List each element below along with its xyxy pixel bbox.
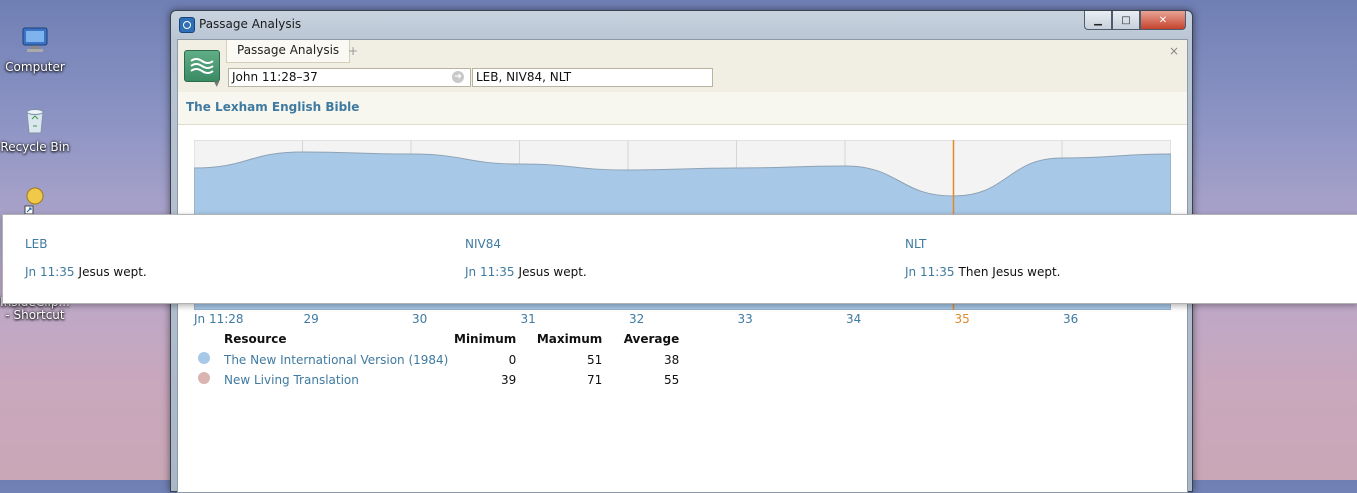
x-tick-label[interactable]: 36 — [1063, 312, 1078, 326]
verse-reference-link[interactable]: Jn 11:35 — [465, 265, 515, 279]
base-bible-bar: The Lexham English Bible — [178, 92, 1187, 125]
x-tick-label[interactable]: 31 — [521, 312, 536, 326]
popup-column-header: LEB — [25, 237, 48, 251]
waves-icon — [190, 58, 214, 74]
x-tick-label[interactable]: 34 — [846, 312, 861, 326]
reference-input[interactable]: John 11:28–37 — [228, 68, 471, 87]
popup-column-header: NLT — [905, 237, 927, 251]
verse-reference-link[interactable]: Jn 11:35 — [905, 265, 955, 279]
chevron-down-icon: ▼ — [214, 80, 220, 88]
desktop-icon-recycle-bin[interactable]: Recycle Bin — [0, 104, 70, 154]
resources-input[interactable]: LEB, NIV84, NLT — [472, 68, 713, 87]
shortcut-icon — [19, 184, 51, 216]
minimize-button[interactable]: ▁ — [1084, 11, 1112, 30]
legend-header-min: Minimum — [454, 332, 517, 346]
verse-comparison-popup: LEB Jn 11:35 Jesus wept. NIV84 Jn 11:35 Je… — [2, 214, 1357, 304]
minimize-icon: ▁ — [1094, 14, 1102, 26]
maximize-icon: □ — [1121, 14, 1131, 26]
legend-resource-link[interactable]: New Living Translation — [224, 373, 359, 387]
x-tick-label[interactable]: 35 — [955, 312, 970, 326]
base-bible-title[interactable]: The Lexham English Bible — [186, 100, 359, 114]
legend-header-resource: Resource — [224, 332, 287, 346]
legend-avg: 38 — [663, 352, 680, 367]
verse-text: Jesus wept. — [518, 265, 587, 279]
recycle-bin-icon — [19, 104, 51, 136]
legend-avg: 55 — [663, 372, 680, 387]
add-tab-button[interactable]: + — [348, 44, 358, 58]
verse-text: Then Jesus wept. — [958, 265, 1061, 279]
verse-reference-link[interactable]: Jn 11:35 — [25, 265, 75, 279]
desktop-icon-computer[interactable]: Computer — [0, 24, 70, 74]
x-tick-label[interactable]: 33 — [738, 312, 753, 326]
legend-max: 51 — [586, 352, 603, 367]
x-tick-label[interactable]: 29 — [304, 312, 319, 326]
legend-row: The New International Version (1984) 0 5… — [198, 352, 679, 372]
maximize-button[interactable]: □ — [1112, 11, 1140, 30]
series-color-dot — [198, 352, 210, 364]
close-tab-button[interactable]: × — [1169, 44, 1179, 58]
popup-verse-line: Jn 11:35 Jesus wept. — [465, 265, 587, 279]
legend-resource-link[interactable]: The New International Version (1984) — [224, 353, 448, 367]
popup-verse-line: Jn 11:35 Then Jesus wept. — [905, 265, 1060, 279]
legend-table: Resource Minimum Maximum Average The New… — [198, 332, 679, 392]
popup-verse-line: Jn 11:35 Jesus wept. — [25, 265, 147, 279]
x-tick-label[interactable]: 32 — [629, 312, 644, 326]
legend-header-avg: Average — [623, 332, 680, 346]
tab-passage-analysis[interactable]: Passage Analysis — [226, 40, 351, 63]
logos-menu-button[interactable] — [184, 50, 220, 82]
window-title: Passage Analysis — [199, 17, 302, 31]
series-color-dot — [198, 372, 210, 384]
legend-min: 0 — [508, 352, 517, 367]
legend-header-max: Maximum — [536, 332, 603, 346]
legend-row: New Living Translation 39 71 55 — [198, 372, 679, 392]
popup-column-header: NIV84 — [465, 237, 501, 251]
computer-icon — [19, 24, 51, 56]
tab-bar: ▼ Passage Analysis + × John 11:28–37 ➜ L… — [178, 40, 1187, 93]
app-icon — [179, 17, 195, 33]
x-tick-label[interactable]: 30 — [412, 312, 427, 326]
verse-text: Jesus wept. — [78, 265, 147, 279]
desktop-icon-label: Computer — [5, 60, 65, 74]
legend-max: 71 — [586, 372, 603, 387]
desktop-icon-label: Recycle Bin — [0, 140, 70, 154]
x-tick-label[interactable]: Jn 11:28 — [194, 312, 244, 326]
x-axis-labels: Jn 11:28 29 30 31 32 33 34 35 36 — [178, 312, 1187, 330]
window-caption-buttons: ▁ □ ✕ — [1084, 11, 1186, 30]
close-button[interactable]: ✕ — [1140, 11, 1186, 30]
close-icon: ✕ — [1158, 14, 1168, 26]
go-arrow-icon[interactable]: ➜ — [452, 71, 464, 83]
legend-min: 39 — [500, 372, 517, 387]
